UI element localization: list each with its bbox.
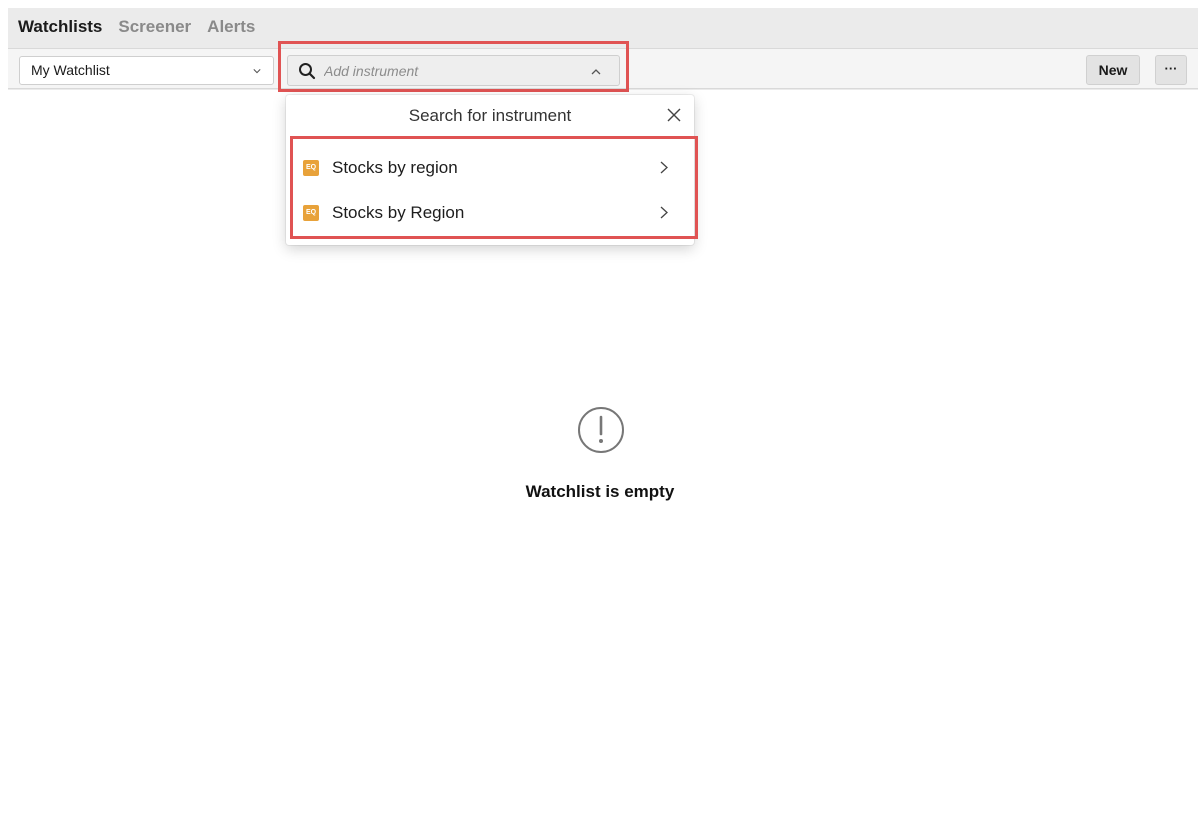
instrument-search-dropdown: Search for instrument EQ Stocks by regio…	[286, 95, 694, 245]
instrument-search[interactable]	[287, 55, 620, 86]
chevron-down-icon	[253, 69, 261, 74]
exclamation-circle-icon	[578, 407, 624, 453]
chevron-right-icon	[660, 161, 668, 174]
watchlist-select[interactable]: My Watchlist	[19, 56, 274, 85]
chevron-up-icon[interactable]	[591, 68, 601, 75]
tab-screener[interactable]: Screener	[118, 17, 191, 37]
equity-badge-icon: EQ	[303, 205, 319, 221]
dropdown-title: Search for instrument	[408, 106, 572, 125]
list-item[interactable]: EQ Stocks by Region	[292, 192, 688, 232]
list-item-label: Stocks by Region	[332, 203, 465, 222]
tab-alerts[interactable]: Alerts	[207, 17, 255, 37]
close-icon[interactable]	[666, 107, 682, 123]
equity-badge-icon: EQ	[303, 160, 319, 176]
toolbar: My Watchlist New ···	[8, 48, 1198, 89]
list-item[interactable]: EQ Stocks by region	[292, 147, 688, 187]
search-icon	[299, 63, 316, 80]
new-button[interactable]: New	[1086, 55, 1140, 85]
list-item-label: Stocks by region	[332, 158, 458, 177]
watchlist-select-value: My Watchlist	[31, 62, 110, 78]
chevron-right-icon	[660, 206, 668, 219]
tab-watchlists[interactable]: Watchlists	[18, 17, 102, 37]
tab-bar: Watchlists Screener Alerts	[18, 17, 255, 37]
empty-state-message: Watchlist is empty	[525, 482, 675, 501]
more-options-button[interactable]: ···	[1155, 55, 1187, 85]
search-input[interactable]	[322, 59, 562, 82]
